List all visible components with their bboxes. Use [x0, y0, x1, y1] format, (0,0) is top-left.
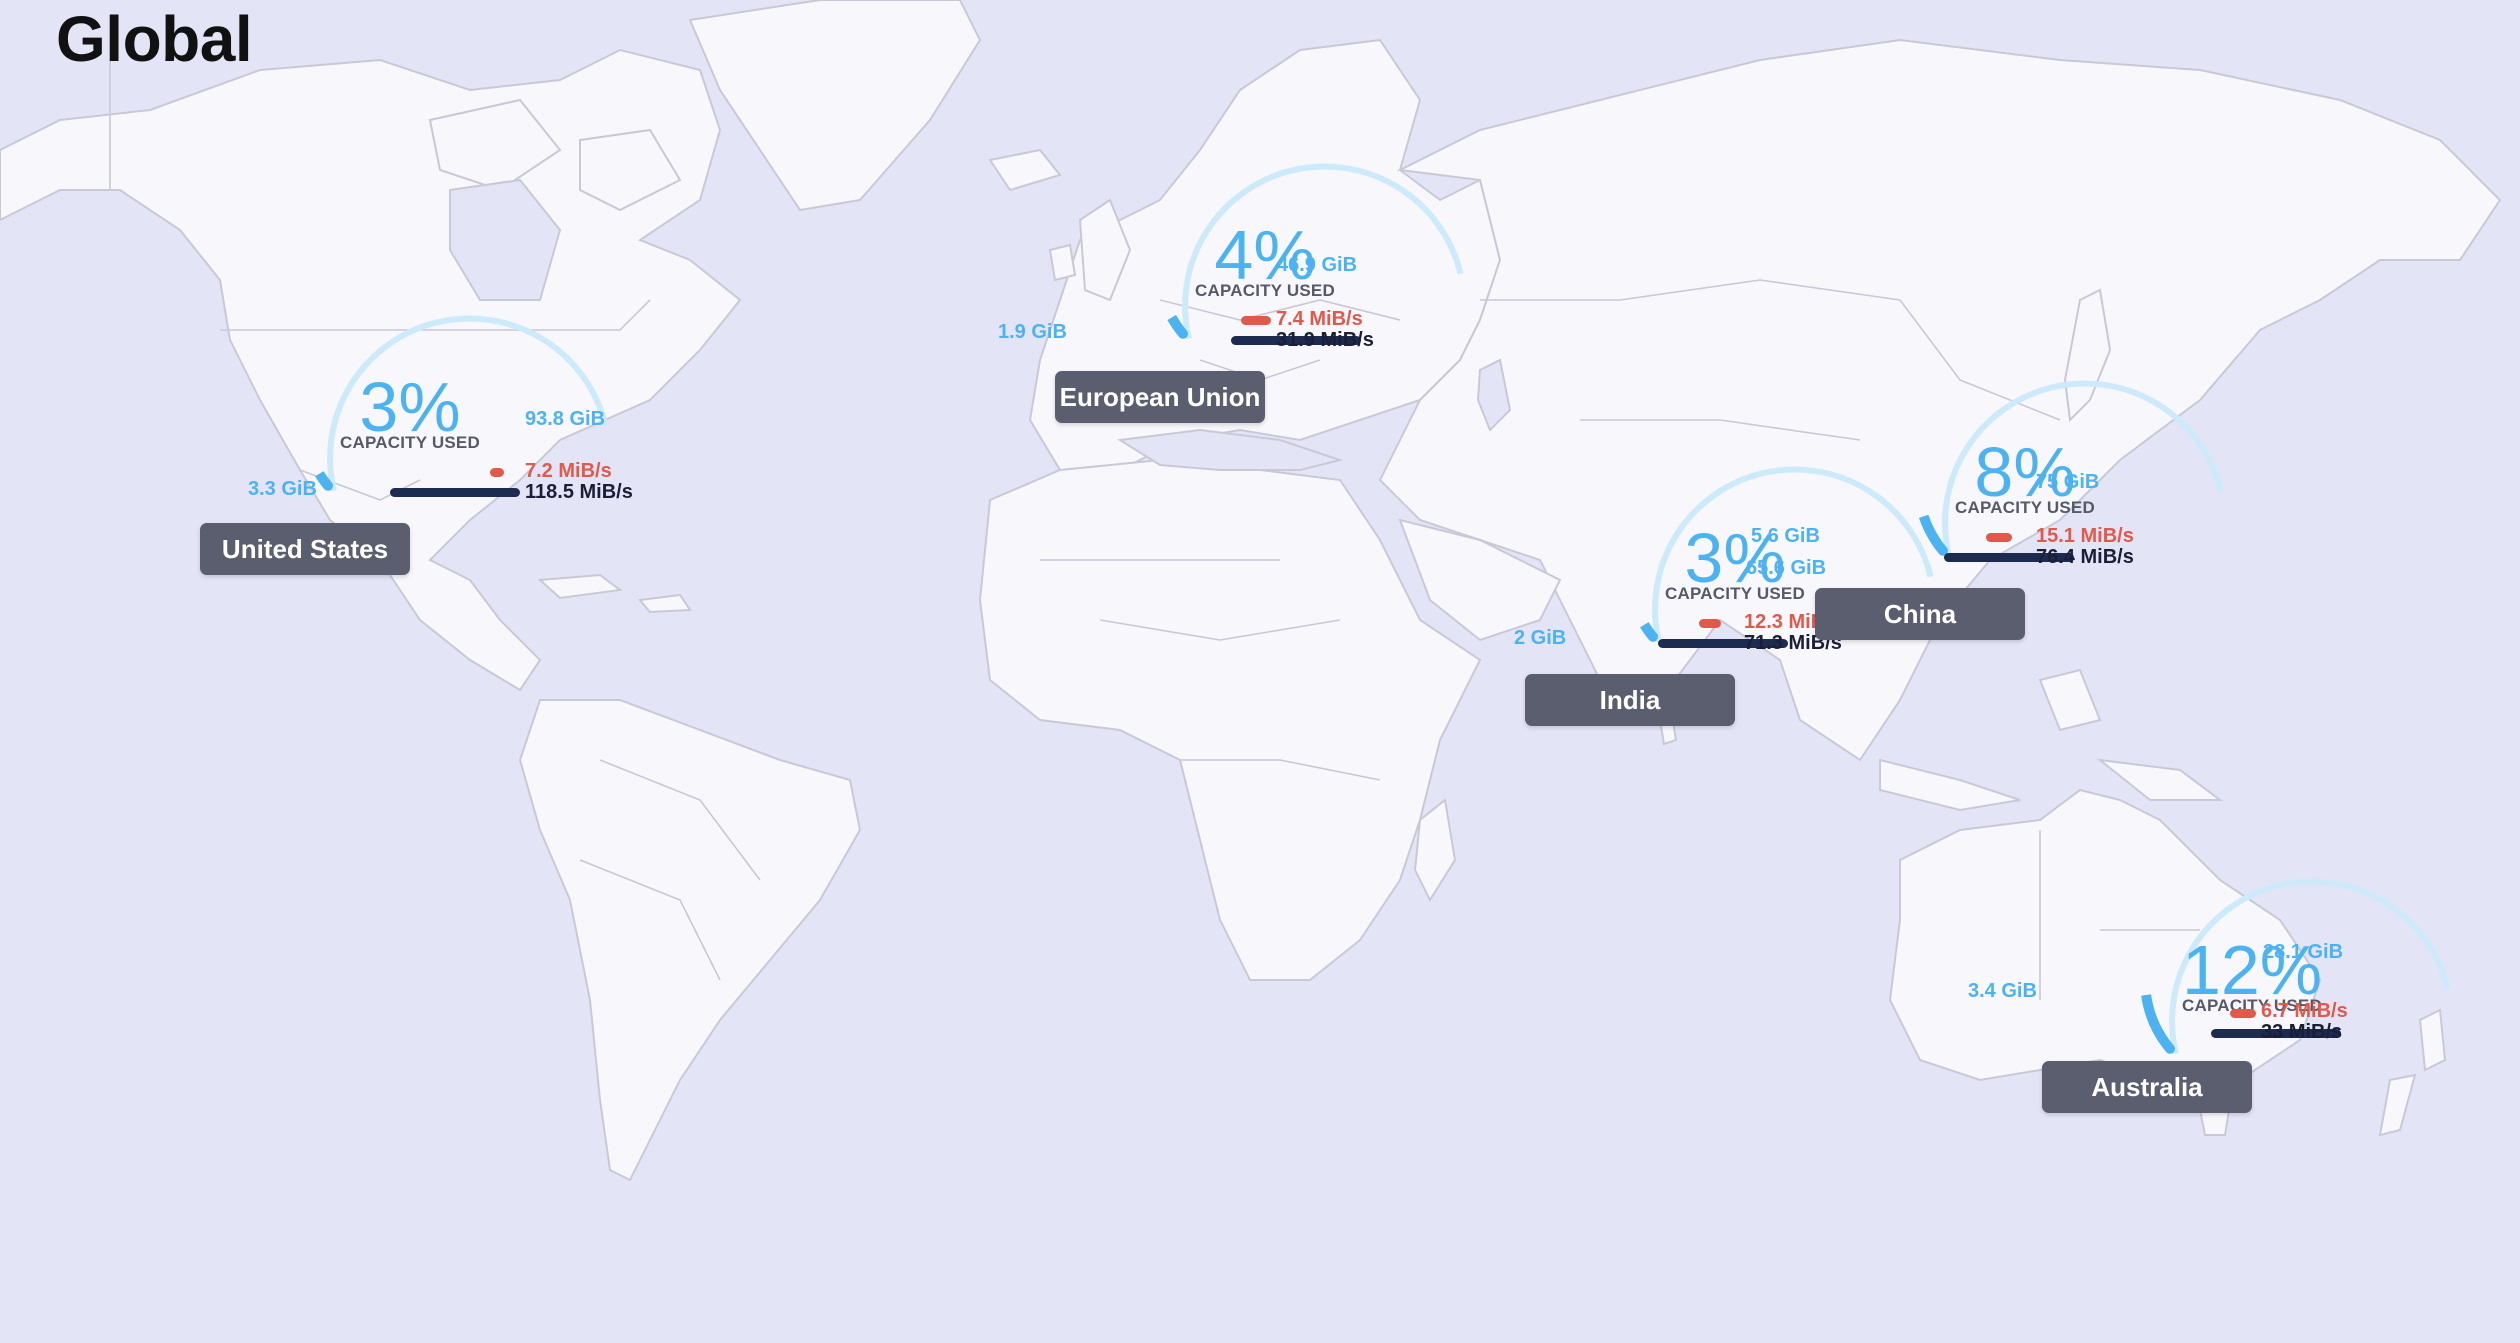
capacity-used-label: CAPACITY USED [1955, 498, 2095, 517]
region-name-badge[interactable]: India [1525, 674, 1735, 726]
capacity-used-label: CAPACITY USED [1195, 281, 1335, 300]
rate-dark-value: 33 MiB/s [2261, 1021, 2343, 1043]
rate-bar-red [1241, 316, 1271, 325]
region-name-badge[interactable]: European Union [1055, 371, 1265, 423]
region-widget-us: 3% CAPACITY USED 93.8 GiB 3.3 GiB 7.2 Mi… [200, 310, 740, 780]
rate-red-value: 6.7 MiB/s [2261, 1000, 2348, 1022]
rate-red-value: 7.4 MiB/s [1276, 308, 1363, 330]
gauge-used-marker [1648, 631, 1658, 642]
capacity-max-value: 93.8 GiB [525, 408, 606, 430]
region-name-badge[interactable]: China [1815, 588, 2025, 640]
capacity-max-value: 75 GiB [2036, 471, 2100, 493]
capacity-used-label: CAPACITY USED [340, 433, 480, 452]
region-name-badge[interactable]: Australia [2042, 1061, 2252, 1113]
rate-red-value: 15.1 MiB/s [2036, 525, 2134, 547]
rate-bar-red [1986, 533, 2012, 542]
region-widget-cn: 8% CAPACITY USED 75 GiB 5.6 GiB 15.1 MiB… [1751, 375, 2355, 845]
region-widget-au: 12% CAPACITY USED 28.1 GiB 3.4 GiB 6.7 M… [1968, 873, 2520, 1343]
gauge-used-marker [323, 480, 333, 491]
rate-bar-dark [390, 488, 520, 497]
rate-bar-red [490, 468, 504, 477]
capacity-max-value: 28.1 GiB [2263, 941, 2344, 963]
capacity-percent: 3% [359, 368, 461, 446]
gauge-used-marker [1178, 328, 1188, 339]
region-name-badge[interactable]: United States [200, 523, 410, 575]
used-value: 3.3 GiB [248, 478, 317, 500]
rate-dark-value: 31.9 MiB/s [1276, 329, 1374, 351]
rate-bar-red [2230, 1009, 2256, 1018]
rate-red-value: 7.2 MiB/s [525, 460, 612, 482]
capacity-max-value: 46.9 GiB [1277, 254, 1358, 276]
rate-dark-value: 76.4 MiB/s [2036, 546, 2134, 568]
used-value: 2 GiB [1514, 627, 1567, 649]
region-widget-eu: 4% CAPACITY USED 46.9 GiB 1.9 GiB 7.4 Mi… [998, 158, 1595, 628]
capacity-used-label: CAPACITY USED [1665, 584, 1805, 603]
used-value: 3.4 GiB [1968, 980, 2037, 1002]
used-value: 1.9 GiB [998, 321, 1067, 343]
gauge-used-marker [2165, 1043, 2175, 1054]
used-value: 5.6 GiB [1751, 525, 1820, 547]
gauge-fill [1918, 514, 1947, 555]
rate-dark-value: 118.5 MiB/s [525, 481, 633, 503]
page-title: Global [56, 3, 253, 75]
rate-bar-red [1699, 619, 1722, 628]
